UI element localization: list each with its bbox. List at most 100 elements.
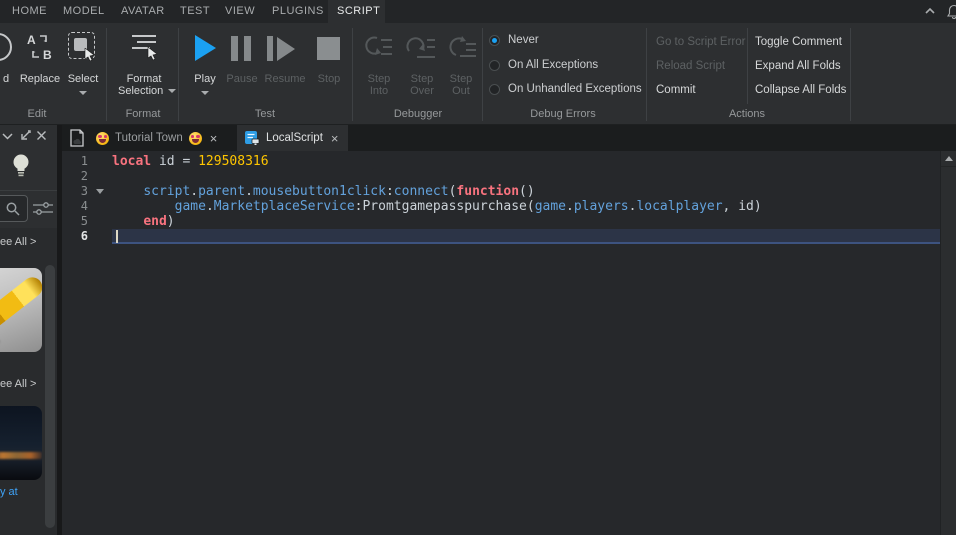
heart-eyes-emoji-icon [188,131,202,145]
toggle-comment-button[interactable]: Toggle Comment [755,36,842,48]
menu-view[interactable]: VIEW [225,0,255,23]
replace-icon: A B [26,32,54,62]
see-all-link-2[interactable]: ee All > [0,378,36,390]
see-all-link-1[interactable]: ee All > [0,236,36,248]
radio-on-all-exceptions-icon [489,59,500,71]
toolbox-search-input[interactable] [0,195,28,222]
code-line: 2 [62,169,940,184]
city-lights-image [0,451,42,459]
tab-localscript[interactable]: LocalScript × [237,125,349,151]
format-selection-caret-icon [168,89,177,94]
lightbulb-icon [11,153,31,179]
notifications-bell-icon[interactable] [946,4,956,20]
resume-button[interactable]: Resume [261,73,309,85]
radio-never-icon [489,34,500,46]
code-lines: 1 local id = 129508316 2 3 script.parent.mo… [62,154,940,244]
fold-gutter [88,229,112,244]
stop-button[interactable]: Stop [310,73,348,85]
fold-arrow-icon[interactable] [96,189,104,194]
step-out-icon [446,35,476,61]
collapse-ribbon-chevron-up-icon[interactable] [925,7,935,15]
step-over-button[interactable]: Step Over [406,73,438,97]
format-selection-button[interactable]: Format Selection [118,73,177,97]
menu-home[interactable]: HOME [12,0,47,23]
search-icon [6,202,20,216]
panel-float-icon[interactable] [19,130,31,142]
radio-on-unhandled-exceptions[interactable]: On Unhandled Exceptions [489,83,642,95]
script-editor-pane: Tutorial Town × LocalScript × 1 local id… [62,125,956,535]
fold-gutter [88,199,112,214]
tab-tutorial-town[interactable]: Tutorial Town × [88,125,227,151]
go-to-script-error-button[interactable]: Go to Script Error [656,36,745,48]
line-number: 4 [80,199,88,213]
panel-close-icon[interactable] [36,130,47,141]
code-editor[interactable]: 1 local id = 129508316 2 3 script.parent.mo… [62,151,940,535]
fold-gutter[interactable] [88,184,112,199]
text-caret [116,230,118,243]
code-text: game.MarketplaceService:Promtgamepasspur… [174,199,762,214]
radio-never[interactable]: Never [489,34,539,46]
radio-on-unhandled-exceptions-label: On Unhandled Exceptions [508,83,642,95]
section-label-format: Format [125,108,161,120]
line-number: 6 [80,229,88,243]
asset-thumbnail-night-city[interactable] [0,406,42,480]
expand-all-folds-button[interactable]: Expand All Folds [755,60,841,72]
scrollbar-up-arrow-icon[interactable] [941,151,956,167]
step-over-line2: Over [410,85,434,97]
step-into-button[interactable]: Step Into [364,73,394,97]
filter-sliders-icon[interactable] [33,201,53,217]
page-icon[interactable] [70,129,84,147]
code-text: local id = 129508316 [112,154,269,169]
menu-avatar[interactable]: AVATAR [121,0,165,23]
commit-button[interactable]: Commit [656,84,696,96]
step-into-line1: Step [367,73,391,85]
find-icon[interactable] [0,33,12,61]
toolbox-scrollbar-thumb[interactable] [45,265,55,528]
play-dropdown-caret-icon[interactable] [201,91,209,95]
code-line: 5 end) [62,214,940,229]
menu-model[interactable]: MODEL [63,0,105,23]
code-text: end) [143,214,175,229]
radio-on-unhandled-exceptions-icon [489,83,500,95]
line-number: 2 [80,169,88,183]
fold-gutter [88,154,112,169]
toolbox-panel: ee All > HT ee All > y at [0,125,57,535]
select-button[interactable]: Select [62,73,104,85]
pause-button[interactable]: Pause [222,73,262,85]
code-line: 1 local id = 129508316 [62,154,940,169]
format-selection-icon [128,33,160,61]
step-out-line1: Step [449,73,473,85]
section-label-test: Test [254,108,276,120]
find-button[interactable]: d [0,73,12,85]
code-text [112,229,940,244]
replace-button[interactable]: Replace [17,73,63,85]
gold-item-image [0,273,42,335]
step-out-button[interactable]: Step Out [446,73,476,97]
asset-name-link[interactable]: y at [0,486,18,498]
asset-thumbnail-flashlight[interactable]: HT [0,268,42,352]
fold-gutter [88,169,112,184]
menu-plugins[interactable]: PLUGINS [272,0,324,23]
play-button[interactable]: Play [184,73,226,85]
radio-on-all-exceptions[interactable]: On All Exceptions [489,59,598,71]
panel-chevron-down-icon[interactable] [2,132,13,140]
code-text: script.parent.mousebutton1click:connect(… [143,184,535,199]
svg-text:B: B [43,48,52,62]
select-dropdown-caret-icon[interactable] [79,91,87,95]
reload-script-button[interactable]: Reload Script [656,60,725,72]
menu-test[interactable]: TEST [180,0,210,23]
play-icon[interactable] [195,35,216,61]
radio-on-all-exceptions-label: On All Exceptions [508,59,599,71]
section-label-debug-errors: Debug Errors [530,108,596,120]
menu-script[interactable]: SCRIPT [337,0,380,23]
line-number: 1 [80,154,88,168]
format-selection-line1: Format [126,73,162,85]
tab-close-icon[interactable]: × [329,132,341,145]
editor-vertical-scrollbar[interactable] [940,151,956,535]
tab-localscript-title: LocalScript [266,132,323,144]
ribbon-script-tab: d A B Replace Select Edit Format Selecti… [0,23,956,125]
tab-close-icon[interactable]: × [208,132,220,145]
step-into-icon [363,35,393,61]
collapse-all-folds-button[interactable]: Collapse All Folds [755,84,846,96]
